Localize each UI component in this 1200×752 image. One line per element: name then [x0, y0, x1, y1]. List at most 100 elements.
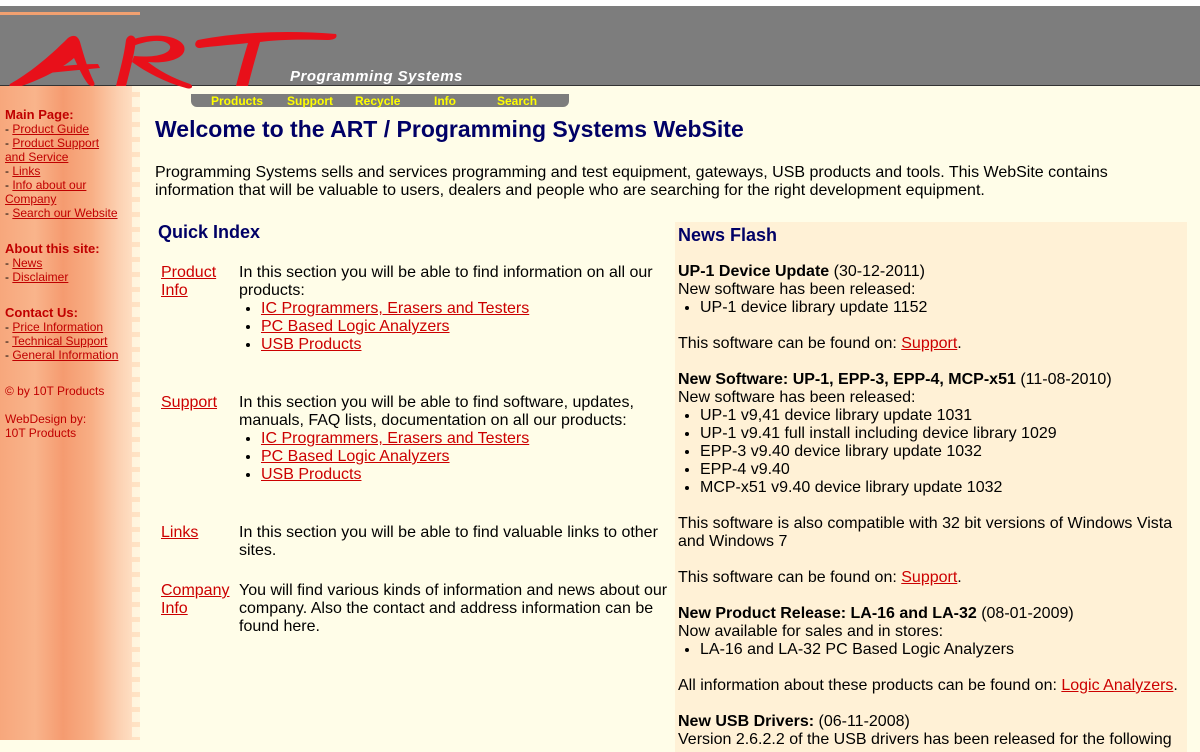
news-found-text: All information about these products can…	[678, 677, 1062, 694]
qi-text: You will find various kinds of informati…	[239, 582, 668, 635]
sidebar-item-product-support: - Product Support and Service	[5, 136, 100, 164]
news-list: UP-1 v9,41 device library update 1031 UP…	[678, 407, 1178, 497]
list-item: IC Programmers, Erasers and Testers	[261, 430, 671, 448]
sidebar-link-search[interactable]: Search our Website	[12, 206, 117, 220]
news-flash-title: News Flash	[678, 225, 778, 245]
qi-link-product-info[interactable]: Product Info	[161, 264, 216, 299]
sidebar-link-links[interactable]: Links	[12, 164, 40, 178]
list-item: LA-16 and LA-32 PC Based Logic Analyzers	[700, 641, 1178, 659]
sidebar-torn-edge	[132, 86, 140, 740]
webdesign-line1: WebDesign by:	[5, 412, 87, 426]
list-item: PC Based Logic Analyzers	[261, 318, 671, 336]
news-found: This software can be found on: Support.	[678, 569, 962, 586]
list-item: UP-1 v9,41 device library update 1031	[700, 407, 1178, 425]
news-date: (11-08-2010)	[1020, 371, 1112, 388]
qi-body: In this section you will be able to find…	[239, 264, 671, 354]
news-line: Now available for sales and in stores:	[678, 623, 944, 640]
news-line: New software has been released:	[678, 389, 916, 406]
news-line: New software has been released:	[678, 281, 916, 298]
qi-link-logic-analyzers[interactable]: PC Based Logic Analyzers	[261, 448, 450, 465]
qi-link-ic-programmers[interactable]: IC Programmers, Erasers and Testers	[261, 430, 529, 447]
webdesign-line2: 10T Products	[5, 426, 77, 440]
sidebar-item-price: - Price Information	[5, 320, 104, 334]
news-body: UP-1 Device Update (30-12-2011) New soft…	[678, 263, 1178, 749]
news-line: Version 2.6.2.2 of the USB drivers has b…	[678, 731, 1172, 748]
qi-link-logic-analyzers[interactable]: PC Based Logic Analyzers	[261, 318, 450, 335]
logo-subtitle: Programming Systems	[290, 68, 463, 85]
sidebar-webdesign: WebDesign by: 10T Products	[5, 412, 86, 440]
list-item: USB Products	[261, 336, 671, 354]
header-accent-line	[0, 12, 140, 15]
sidebar-heading-main-page: Main Page:	[5, 107, 74, 122]
qi-link-usb-products[interactable]: USB Products	[261, 336, 361, 353]
news-heading: UP-1 Device Update	[678, 263, 830, 280]
sidebar-link-general[interactable]: General Information	[12, 348, 118, 362]
sidebar-heading-about: About this site:	[5, 241, 100, 256]
news-date: (08-01-2009)	[981, 605, 1074, 622]
news-heading: New Product Release: LA-16 and LA-32	[678, 605, 977, 622]
list-item: UP-1 v9.41 full install including device…	[700, 425, 1178, 443]
qi-link-usb-products[interactable]: USB Products	[261, 466, 361, 483]
news-item-heading: New USB Drivers: (06-11-2008)	[678, 713, 1178, 731]
sidebar-item-company-info: - Info about our Company	[5, 178, 87, 206]
sidebar-link-disclaimer[interactable]: Disclaimer	[12, 270, 68, 284]
list-item: MCP-x51 v9.40 device library update 1032	[700, 479, 1178, 497]
news-list: UP-1 device library update 1152	[678, 299, 1178, 317]
sidebar-link-product-support[interactable]: Product Support and Service	[5, 136, 99, 164]
news-found: All information about these products can…	[678, 677, 1178, 694]
sidebar-link-product-guide[interactable]: Product Guide	[12, 122, 89, 136]
news-found-text: This software can be found on:	[678, 335, 902, 352]
nav-info[interactable]: Info	[434, 94, 456, 108]
sidebar-item-news: - News	[5, 256, 43, 270]
news-compat: This software is also compatible with 32…	[678, 515, 1173, 550]
news-heading: New Software: UP-1, EPP-3, EPP-4, MCP-x5…	[678, 371, 1016, 388]
qi-link-cell: Product Info	[161, 264, 231, 300]
qi-link-support[interactable]: Support	[161, 394, 217, 411]
top-nav: Products Support Recycle Info Search	[191, 94, 569, 108]
nav-recycle[interactable]: Recycle	[355, 94, 400, 108]
nav-support[interactable]: Support	[287, 94, 333, 108]
qi-body: In this section you will be able to find…	[239, 394, 671, 484]
list-item: PC Based Logic Analyzers	[261, 448, 671, 466]
list-item: USB Products	[261, 466, 671, 484]
news-link-support[interactable]: Support	[901, 335, 957, 352]
qi-link-ic-programmers[interactable]: IC Programmers, Erasers and Testers	[261, 300, 529, 317]
news-item-heading: New Software: UP-1, EPP-3, EPP-4, MCP-x5…	[678, 371, 1178, 389]
art-logo[interactable]	[8, 26, 338, 90]
sidebar-item-disclaimer: - Disclaimer	[5, 270, 69, 284]
news-date: (30-12-2011)	[833, 263, 925, 280]
list-item: UP-1 device library update 1152	[700, 299, 1178, 317]
sidebar-item-general: - General Information	[5, 348, 119, 362]
sidebar-item-tech-support: - Technical Support	[5, 334, 108, 348]
list-item: IC Programmers, Erasers and Testers	[261, 300, 671, 318]
qi-link-company-info[interactable]: Company Info	[161, 582, 229, 617]
qi-list: IC Programmers, Erasers and Testers PC B…	[239, 430, 671, 484]
news-heading: New USB Drivers:	[678, 713, 815, 730]
nav-products[interactable]: Products	[211, 94, 263, 108]
sidebar-link-company-info[interactable]: Info about our Company	[5, 178, 86, 206]
qi-link-links[interactable]: Links	[161, 524, 198, 541]
sidebar-main-page: Main Page: - Product Guide - Product Sup…	[5, 107, 118, 221]
list-item: EPP-3 v9.40 device library update 1032	[700, 443, 1178, 461]
qi-link-cell: Company Info	[161, 582, 231, 618]
quick-index-title: Quick Index	[158, 222, 261, 242]
sidebar-link-news[interactable]: News	[12, 256, 42, 270]
sidebar-contact: Contact Us: - Price Information - Techni…	[5, 305, 119, 363]
sidebar-item-product-guide: - Product Guide	[5, 122, 90, 136]
list-item: EPP-4 v9.40	[700, 461, 1178, 479]
sidebar-about: About this site: - News - Disclaimer	[5, 241, 100, 285]
news-found: This software can be found on: Support.	[678, 335, 962, 352]
news-item-heading: New Product Release: LA-16 and LA-32 (08…	[678, 605, 1178, 623]
news-list: LA-16 and LA-32 PC Based Logic Analyzers	[678, 641, 1178, 659]
nav-search[interactable]: Search	[497, 94, 537, 108]
qi-text: In this section you will be able to find…	[239, 394, 634, 429]
news-link-support[interactable]: Support	[901, 569, 957, 586]
qi-text: In this section you will be able to find…	[239, 524, 658, 559]
sidebar: Main Page: - Product Guide - Product Sup…	[0, 86, 140, 740]
sidebar-link-tech-support[interactable]: Technical Support	[12, 334, 107, 348]
qi-link-cell: Links	[161, 524, 231, 542]
sidebar-link-price[interactable]: Price Information	[12, 320, 103, 334]
sidebar-heading-contact: Contact Us:	[5, 305, 78, 320]
news-link-logic-analyzers[interactable]: Logic Analyzers	[1061, 677, 1173, 694]
qi-text: In this section you will be able to find…	[239, 264, 653, 299]
